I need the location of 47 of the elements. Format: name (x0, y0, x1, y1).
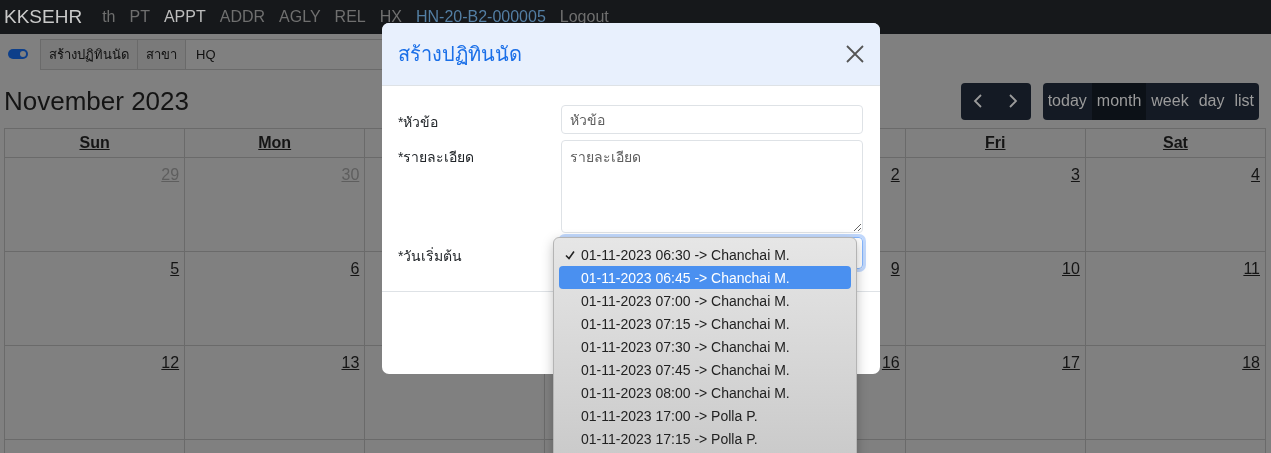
details-field[interactable]: รายละเอียด (561, 140, 863, 233)
logout-link[interactable]: Logout (559, 8, 609, 26)
day-number[interactable]: 9 (890, 260, 900, 278)
dropdown-option[interactable]: 01-11-2023 06:45 -> Chanchai M. (559, 266, 851, 289)
field-label: *รายละเอียด (398, 148, 476, 167)
day-number[interactable]: 13 (341, 354, 360, 372)
view-button[interactable]: day (1193, 82, 1230, 120)
day-number[interactable]: 18 (1242, 354, 1260, 372)
weekday-header[interactable]: Sat (1162, 134, 1188, 152)
day-number[interactable]: 16 (881, 354, 900, 372)
weekday-header[interactable]: Sun (79, 134, 110, 152)
dropdown-option[interactable]: 01-11-2023 08:00 -> Chanchai M. (559, 381, 851, 404)
dropdown-option[interactable]: 01-11-2023 17:15 -> Polla P. (559, 427, 851, 450)
nav-link[interactable]: PT (129, 8, 150, 26)
field-label: *หัวข้อ (398, 113, 440, 132)
dropdown-option[interactable]: 01-11-2023 07:45 -> Chanchai M. (559, 358, 851, 381)
dropdown-option[interactable]: 01-11-2023 06:30 -> Chanchai M. (559, 243, 851, 266)
field-label: *วันเริ่มต้น (398, 246, 464, 266)
day-number[interactable]: 12 (161, 354, 180, 372)
day-number[interactable]: 6 (350, 260, 360, 278)
nav-link[interactable]: REL (334, 8, 366, 26)
day-number[interactable]: 2 (890, 166, 900, 184)
day-number[interactable]: 3 (1070, 166, 1080, 184)
weekday-header[interactable]: Mon (258, 134, 292, 152)
view-button[interactable]: week (1146, 82, 1194, 120)
month-title: November 2023 (4, 85, 190, 117)
nav-link[interactable]: ADDR (219, 8, 266, 26)
dropdown-option[interactable]: 01-11-2023 17:00 -> Polla P. (559, 404, 851, 427)
day-number[interactable]: 4 (1251, 166, 1260, 184)
dropdown-option[interactable]: 01-11-2023 07:00 -> Chanchai M. (559, 289, 851, 312)
nav-link[interactable]: th (102, 8, 116, 26)
dropdown-option[interactable]: 01-11-2023 07:15 -> Chanchai M. (559, 312, 851, 335)
subject-field[interactable]: หัวข้อ (561, 105, 863, 134)
nav-link[interactable]: HX (379, 8, 402, 26)
dropdown-option[interactable]: 01-11-2023 07:30 -> Chanchai M. (559, 335, 851, 358)
patient-id-link[interactable]: HN-20-B2-000005 (415, 8, 546, 26)
view-button[interactable]: list (1229, 82, 1259, 120)
view-button[interactable]: today (1042, 82, 1092, 120)
day-number[interactable]: 10 (1062, 260, 1080, 278)
weekday-header[interactable]: Fri (985, 134, 1006, 152)
nav-link[interactable]: APPT (163, 8, 206, 26)
view-button[interactable]: month (1091, 82, 1147, 120)
day-number[interactable]: 5 (170, 260, 180, 278)
nav-link[interactable]: AGLY (279, 8, 321, 26)
day-number[interactable]: 17 (1062, 354, 1080, 372)
brand-name[interactable]: KKSEHR (4, 6, 83, 28)
day-number[interactable]: 11 (1243, 260, 1260, 278)
